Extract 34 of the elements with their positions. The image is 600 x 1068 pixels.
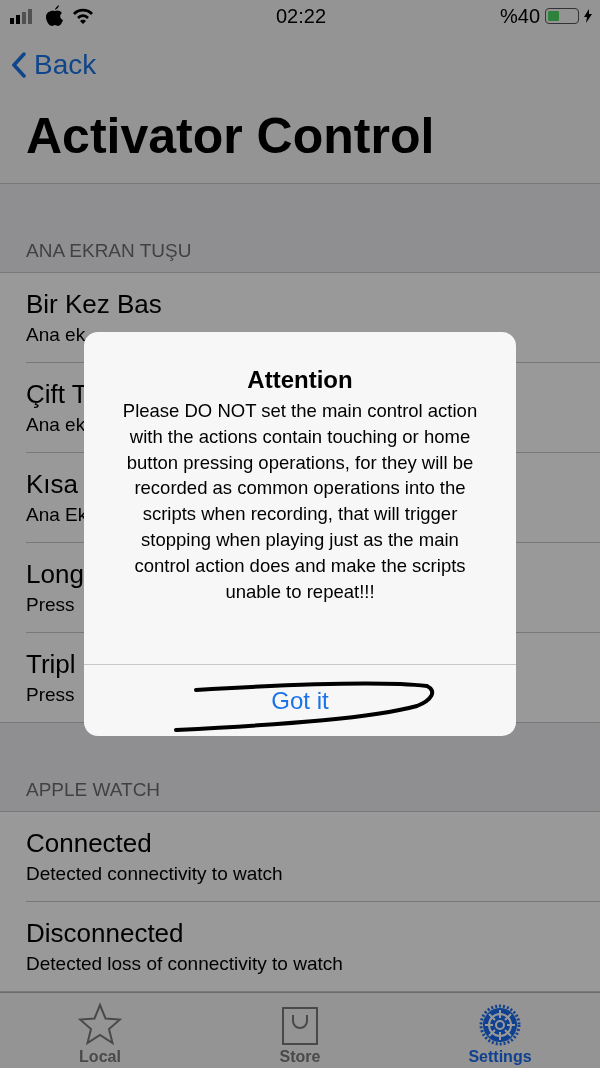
row-subtitle: Ana ek xyxy=(26,413,86,436)
tab-item[interactable]: Store xyxy=(200,992,400,1068)
apple-icon xyxy=(46,5,64,28)
row-subtitle: Press xyxy=(26,683,75,706)
list-row[interactable]: Connected Detected connectivity to watch xyxy=(26,811,600,902)
section-header: ANA EKRAN TUŞU xyxy=(26,239,192,262)
charging-icon xyxy=(584,9,592,24)
wifi-icon xyxy=(72,8,94,25)
gear-icon xyxy=(479,1004,521,1046)
row-title: Long xyxy=(26,558,84,590)
tab-item[interactable]: Local xyxy=(0,992,200,1068)
battery-percent: %40 xyxy=(499,4,540,28)
row-title: Disconnected xyxy=(26,917,184,949)
row-title: Kısa xyxy=(26,468,79,500)
got-it-button[interactable]: Got it xyxy=(84,664,516,736)
status-time: 02:22 xyxy=(275,4,327,28)
bag-icon xyxy=(281,1006,319,1046)
row-title: Tripl xyxy=(26,648,76,680)
row-subtitle: Ana ek xyxy=(26,323,86,346)
page-title: Activator Control xyxy=(0,96,600,184)
row-title: Bir Kez Bas xyxy=(26,288,162,320)
tab-item[interactable]: Settings xyxy=(400,992,600,1068)
row-subtitle: Press xyxy=(26,593,75,616)
row-title: Connected xyxy=(26,827,152,859)
row-subtitle: Detected loss of connectivity to watch xyxy=(26,952,343,975)
alert-message: Please DO NOT set the main control action with the actions contain touching or home button pressing operations, for they will be recorded as common operations into the scripts when recording, that will trigger stopping when playing just as the main control action does and make the scripts unable to repeat!!! xyxy=(121,399,479,604)
battery-icon xyxy=(545,8,579,25)
section-header: APPLE WATCH xyxy=(26,778,161,801)
row-subtitle: Detected connectivity to watch xyxy=(26,862,283,885)
back-button[interactable]: Back xyxy=(12,48,97,81)
list-row[interactable]: Disconnected Detected loss of connectivity to watch xyxy=(26,901,600,991)
alert-title: Attention xyxy=(247,366,353,394)
back-chevron-icon xyxy=(12,51,26,78)
star-icon xyxy=(78,1002,122,1046)
